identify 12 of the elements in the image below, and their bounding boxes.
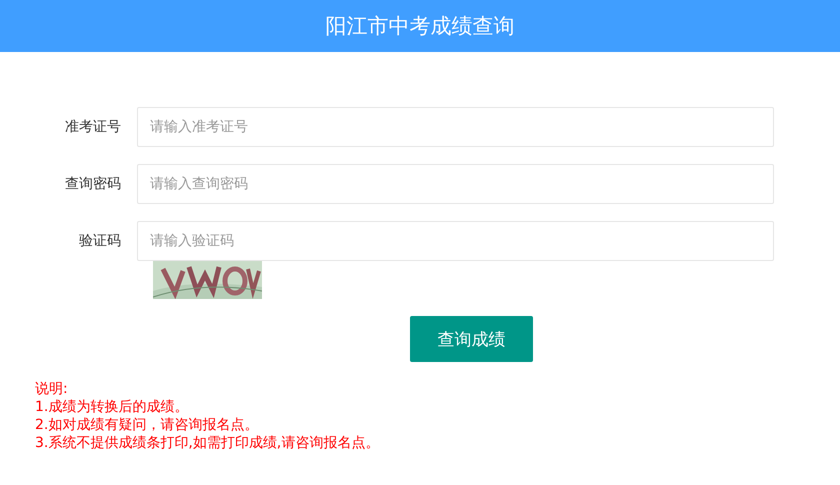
note-text: 2.如对成绩有疑问，请咨询报名点。 xyxy=(35,416,260,434)
page-title: 阳江市中考成绩查询 xyxy=(0,0,840,52)
query-button[interactable]: 查询成绩 xyxy=(410,316,533,362)
field-label: 准考证号 xyxy=(64,118,122,136)
field-label: 查询密码 xyxy=(64,175,122,193)
note-text: 1.成绩为转换后的成绩。 xyxy=(35,398,190,416)
note-text: 3.系统不提供成绩条打印,如需打印成绩,请咨询报名点。 xyxy=(35,434,380,452)
input-field[interactable]: 请输入验证码 xyxy=(137,221,774,261)
note-text: 说明: xyxy=(35,380,69,398)
input-field[interactable]: 请输入查询密码 xyxy=(137,164,774,204)
field-label: 验证码 xyxy=(78,232,122,250)
input-field[interactable]: 请输入准考证号 xyxy=(137,107,774,147)
